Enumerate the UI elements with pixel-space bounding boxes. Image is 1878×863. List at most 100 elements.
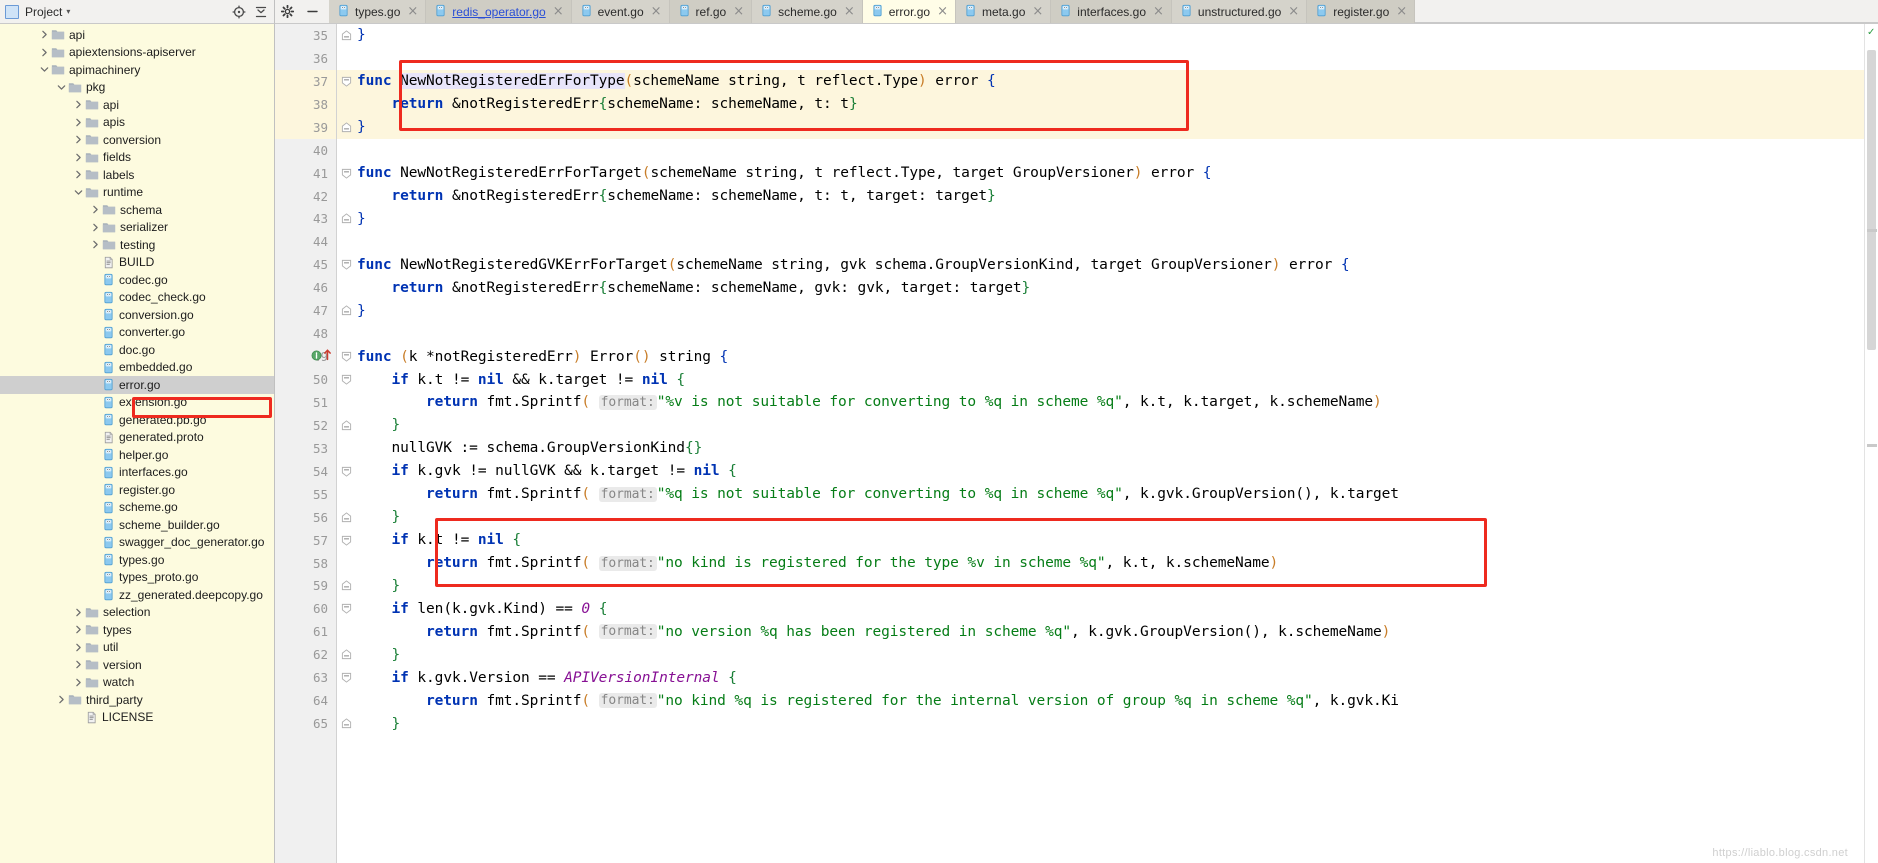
editor-tab-error-go[interactable]: error.go × bbox=[862, 0, 957, 23]
fold-start-icon[interactable] bbox=[340, 167, 353, 180]
close-icon[interactable]: × bbox=[553, 5, 564, 18]
code-line[interactable]: return &notRegisteredErr{schemeName: sch… bbox=[337, 276, 1864, 299]
tree-item-scheme-builder-go[interactable]: scheme_builder.go bbox=[0, 516, 274, 534]
code-text-area[interactable]: } func NewNotRegisteredErrForType(schemeN… bbox=[337, 24, 1864, 863]
code-line[interactable]: } bbox=[337, 712, 1864, 735]
fold-start-icon[interactable] bbox=[340, 465, 353, 478]
tree-item-api[interactable]: api bbox=[0, 96, 274, 114]
tree-item-types-proto-go[interactable]: types_proto.go bbox=[0, 569, 274, 587]
editor-tab-ref-go[interactable]: ref.go × bbox=[669, 0, 753, 23]
tree-item-labels[interactable]: labels bbox=[0, 166, 274, 184]
override-arrow-icon[interactable] bbox=[323, 349, 332, 364]
line-number[interactable]: 57 bbox=[275, 529, 336, 552]
code-line[interactable] bbox=[337, 47, 1864, 70]
chevron-right-icon[interactable] bbox=[72, 643, 85, 652]
line-number[interactable]: 63 bbox=[275, 666, 336, 689]
line-number[interactable]: 60 bbox=[275, 597, 336, 620]
tree-item-zz-generated-deepcopy-go[interactable]: zz_generated.deepcopy.go bbox=[0, 586, 274, 604]
code-line[interactable]: if k.gvk.Version == APIVersionInternal { bbox=[337, 666, 1864, 689]
code-line[interactable]: } bbox=[337, 115, 1864, 139]
chevron-down-icon[interactable] bbox=[72, 188, 85, 197]
target-icon[interactable] bbox=[231, 4, 247, 20]
tree-item-register-go[interactable]: register.go bbox=[0, 481, 274, 499]
line-number[interactable]: 59 bbox=[275, 575, 336, 598]
close-icon[interactable]: × bbox=[1153, 5, 1164, 18]
tree-item-build[interactable]: BUILD bbox=[0, 254, 274, 272]
line-number[interactable]: 47 bbox=[275, 299, 336, 322]
chevron-right-icon[interactable] bbox=[72, 118, 85, 127]
chevron-right-icon[interactable] bbox=[38, 30, 51, 39]
fold-end-icon[interactable] bbox=[340, 304, 353, 317]
line-number[interactable]: 64 bbox=[275, 689, 336, 712]
line-number[interactable]: 40 bbox=[275, 139, 336, 162]
code-line[interactable]: } bbox=[337, 506, 1864, 529]
line-number[interactable]: 44 bbox=[275, 230, 336, 253]
tree-item-embedded-go[interactable]: embedded.go bbox=[0, 359, 274, 377]
tree-item-api[interactable]: api bbox=[0, 26, 274, 44]
close-icon[interactable]: × bbox=[407, 5, 418, 18]
tree-item-runtime[interactable]: runtime bbox=[0, 184, 274, 202]
line-number[interactable]: 37 bbox=[275, 69, 336, 93]
line-number[interactable]: 48 bbox=[275, 322, 336, 345]
chevron-right-icon[interactable] bbox=[72, 660, 85, 669]
tree-item-testing[interactable]: testing bbox=[0, 236, 274, 254]
tree-item-pkg[interactable]: pkg bbox=[0, 79, 274, 97]
line-number[interactable]: 42 bbox=[275, 185, 336, 208]
line-number[interactable]: 53 bbox=[275, 437, 336, 460]
chevron-right-icon[interactable] bbox=[72, 608, 85, 617]
tree-item-error-go[interactable]: error.go bbox=[0, 376, 274, 394]
line-number[interactable]: 62 bbox=[275, 643, 336, 666]
tree-item-version[interactable]: version bbox=[0, 656, 274, 674]
line-number[interactable]: 54 bbox=[275, 460, 336, 483]
code-line[interactable]: return fmt.Sprintf( format: "%v is not su… bbox=[337, 391, 1864, 414]
code-line[interactable]: if k.gvk != nullGVK && k.target != nil { bbox=[337, 460, 1864, 483]
chevron-down-icon[interactable] bbox=[38, 65, 51, 74]
code-line[interactable]: return fmt.Sprintf( format: "no kind is r… bbox=[337, 552, 1864, 575]
tree-item-types-go[interactable]: types.go bbox=[0, 551, 274, 569]
code-line[interactable] bbox=[337, 139, 1864, 162]
fold-start-icon[interactable] bbox=[340, 602, 353, 615]
line-number[interactable]: 35 bbox=[275, 24, 336, 47]
tree-item-extension-go[interactable]: extension.go bbox=[0, 394, 274, 412]
line-number[interactable]: 52 bbox=[275, 414, 336, 437]
editor-tab-interfaces-go[interactable]: interfaces.go × bbox=[1051, 0, 1172, 23]
fold-end-icon[interactable] bbox=[340, 648, 353, 661]
marker-stripe[interactable] bbox=[1867, 229, 1877, 232]
tree-item-watch[interactable]: watch bbox=[0, 674, 274, 692]
close-icon[interactable]: × bbox=[1288, 5, 1299, 18]
code-line[interactable]: } bbox=[337, 414, 1864, 437]
tree-item-apiextensions-apiserver[interactable]: apiextensions-apiserver bbox=[0, 44, 274, 62]
tree-item-schema[interactable]: schema bbox=[0, 201, 274, 219]
collapse-all-icon[interactable] bbox=[253, 4, 269, 20]
tree-item-util[interactable]: util bbox=[0, 639, 274, 657]
line-number[interactable]: 36 bbox=[275, 47, 336, 70]
fold-end-icon[interactable] bbox=[340, 511, 353, 524]
tree-item-conversion-go[interactable]: conversion.go bbox=[0, 306, 274, 324]
tree-item-helper-go[interactable]: helper.go bbox=[0, 446, 274, 464]
chevron-right-icon[interactable] bbox=[89, 223, 102, 232]
fold-end-icon[interactable] bbox=[340, 579, 353, 592]
editor-tab-register-go[interactable]: register.go × bbox=[1307, 0, 1416, 23]
code-line[interactable]: return fmt.Sprintf( format: "%q is not su… bbox=[337, 483, 1864, 506]
editor-tab-scheme-go[interactable]: scheme.go × bbox=[752, 0, 863, 23]
editor-tab-unstructured-go[interactable]: unstructured.go × bbox=[1171, 0, 1308, 23]
code-line[interactable]: return fmt.Sprintf( format: "no kind %q i… bbox=[337, 689, 1864, 712]
gear-icon[interactable] bbox=[281, 5, 294, 18]
line-number[interactable]: 61 bbox=[275, 620, 336, 643]
fold-end-icon[interactable] bbox=[340, 121, 353, 134]
code-editor[interactable]: 35 36 37 38 39 40 41 42 43 44 45 46 47 48 49 50 51 52 53 54… bbox=[275, 24, 1878, 863]
code-line[interactable]: func NewNotRegisteredGVKErrForTarget(sch… bbox=[337, 253, 1864, 276]
chevron-right-icon[interactable] bbox=[38, 48, 51, 57]
chevron-right-icon[interactable] bbox=[72, 153, 85, 162]
line-number[interactable]: 58 bbox=[275, 552, 336, 575]
implemented-icon[interactable] bbox=[311, 349, 322, 364]
code-line[interactable] bbox=[337, 322, 1864, 345]
editor-gutter[interactable]: 35 36 37 38 39 40 41 42 43 44 45 46 47 48 49 50 51 52 53 54… bbox=[275, 24, 337, 863]
chevron-right-icon[interactable] bbox=[89, 205, 102, 214]
chevron-down-icon[interactable]: ▾ bbox=[66, 7, 70, 16]
tree-item-generated-pb-go[interactable]: generated.pb.go bbox=[0, 411, 274, 429]
code-line[interactable]: if k.t != nil && k.target != nil { bbox=[337, 368, 1864, 391]
editor-tab-meta-go[interactable]: meta.go × bbox=[956, 0, 1052, 23]
fold-start-icon[interactable] bbox=[340, 671, 353, 684]
line-number[interactable]: 38 bbox=[275, 92, 336, 116]
